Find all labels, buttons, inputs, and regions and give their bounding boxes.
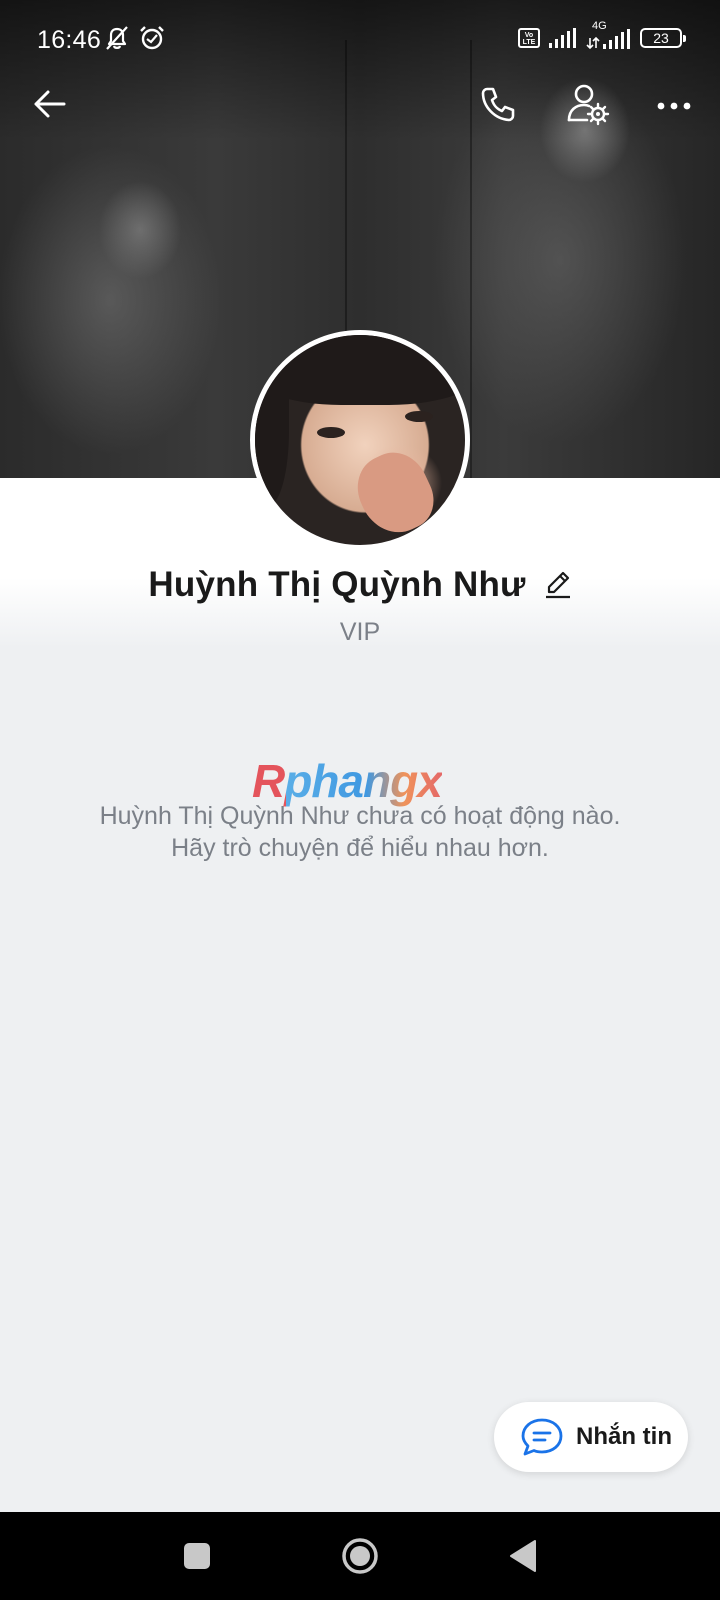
signal-icon xyxy=(549,28,576,48)
profile-name: Huỳnh Thị Quỳnh Như xyxy=(148,565,526,604)
profile-avatar[interactable] xyxy=(250,330,470,550)
message-button-label: Nhắn tin xyxy=(576,1423,672,1450)
recent-apps-button[interactable] xyxy=(184,1543,210,1569)
volte-badge: Vo LTE xyxy=(518,28,540,48)
battery-indicator: 23 xyxy=(640,28,686,48)
empty-state-line-2: Hãy trò chuyện để hiểu nhau hơn. xyxy=(171,834,549,862)
empty-state-line-1: Huỳnh Thị Quỳnh Như chưa có hoạt động nà… xyxy=(99,802,621,830)
alarm-icon xyxy=(140,26,164,50)
status-bar: 16:46 Vo LTE 4G 23 xyxy=(0,0,720,80)
profile-subtitle: VIP xyxy=(339,618,381,646)
mute-notification-icon xyxy=(106,26,128,50)
avatar-detail xyxy=(317,427,345,438)
system-back-button[interactable] xyxy=(508,1539,538,1573)
status-time: 16:46 xyxy=(37,26,102,54)
chat-bubble-icon xyxy=(521,1418,563,1456)
home-button[interactable] xyxy=(341,1537,379,1575)
phone-icon[interactable] xyxy=(478,84,518,124)
profile-name-row: Huỳnh Thị Quỳnh Như xyxy=(0,560,720,610)
arrow-left-icon[interactable] xyxy=(30,84,70,124)
user-settings-icon[interactable] xyxy=(566,82,610,126)
signal-4g: 4G xyxy=(586,20,632,50)
empty-state-message: Huỳnh Thị Quỳnh Như chưa có hoạt động nà… xyxy=(0,800,720,864)
avatar-detail xyxy=(405,411,433,422)
signal-4g-icon xyxy=(586,29,630,50)
message-button[interactable]: Nhắn tin xyxy=(494,1402,688,1472)
more-dots-icon[interactable] xyxy=(654,84,694,124)
avatar-detail xyxy=(255,355,289,505)
pencil-icon[interactable] xyxy=(544,570,572,600)
